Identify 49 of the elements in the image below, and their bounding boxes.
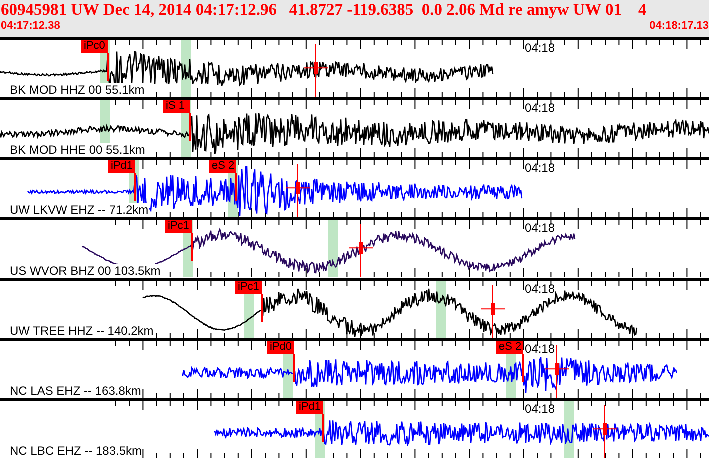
pick-line[interactable] xyxy=(134,173,136,202)
pick-window-marker xyxy=(436,280,446,338)
pick-flag[interactable]: iS 1 xyxy=(163,100,190,114)
trace-panel[interactable]: iS 1 04:18 BK MOD HHE 00 55.1km xyxy=(0,97,709,158)
station-label: US WVOR BHZ 00 103.5km xyxy=(10,264,161,278)
amplitude-marker[interactable] xyxy=(304,44,328,98)
pick-line[interactable] xyxy=(235,173,237,202)
pick-line[interactable] xyxy=(522,354,524,382)
time-label: 04:18 xyxy=(525,221,556,236)
pick-flag[interactable]: iPc1 xyxy=(235,280,262,294)
station-label: UW LKVW EHZ -- 71.2km xyxy=(10,203,149,218)
pick-flag[interactable]: iPd1 xyxy=(108,160,135,174)
pick-flag[interactable]: iPd0 xyxy=(267,340,294,354)
station-label: NC LAS EHZ -- 163.8km xyxy=(10,384,142,398)
trace-panel[interactable]: iPc1 04:18 US WVOR BHZ 00 103.5km xyxy=(0,217,709,278)
trace-panel[interactable]: iPd1 eS 2 04:18 UW LKVW EHZ -- 71.2km xyxy=(0,157,709,218)
pick-window-marker xyxy=(328,220,338,278)
event-title: 60945981 UW Dec 14, 2014 04:17:12.96 41.8727 -119.6385 0.0 2.06 Md re amyw UW 01 4 xyxy=(1,0,648,20)
pick-flag[interactable]: iPc0 xyxy=(81,40,108,53)
pick-flag[interactable]: eS 2 xyxy=(209,160,236,174)
station-label: BK MOD HHZ 00 55.1km xyxy=(10,83,145,98)
time-label: 04:18 xyxy=(525,101,556,116)
station-label: BK MOD HHE 00 55.1km xyxy=(10,143,146,158)
time-label: 04:18 xyxy=(525,342,556,356)
pick-line[interactable] xyxy=(107,53,109,82)
pick-line[interactable] xyxy=(293,354,295,382)
trace-panel[interactable]: iPc1 04:18 UW TREE HHZ -- 140.2km xyxy=(0,278,709,338)
trace-panel[interactable]: iPd1 04:18 NC LBC EHZ -- 183.5km xyxy=(0,398,709,458)
time-label: 04:18 xyxy=(525,402,556,416)
amplitude-marker[interactable] xyxy=(286,164,310,218)
time-label: 04:18 xyxy=(525,161,556,176)
pick-flag[interactable]: iPc1 xyxy=(165,220,192,234)
pick-line[interactable] xyxy=(189,113,191,142)
amplitude-marker[interactable] xyxy=(480,284,506,338)
start-time: 04:17:12.38 xyxy=(1,20,60,33)
trace-panel[interactable]: iPd0 eS 2 04:18 NC LAS EHZ -- 163.8km xyxy=(0,338,709,398)
station-label: NC LBC EHZ -- 183.5km xyxy=(10,444,142,458)
time-label: 04:18 xyxy=(525,282,556,296)
time-label: 04:18 xyxy=(525,41,556,55)
end-time: 04:18:17.13 xyxy=(650,20,709,33)
pick-line[interactable] xyxy=(261,294,263,322)
pick-line[interactable] xyxy=(322,414,324,442)
amplitude-marker[interactable] xyxy=(348,224,374,278)
trace-panel[interactable]: iPc0 04:18 BK MOD HHZ 00 55.1km xyxy=(0,37,709,98)
amplitude-marker[interactable] xyxy=(592,404,618,458)
pick-flag[interactable]: iPd1 xyxy=(296,400,323,414)
pick-flag[interactable]: eS 2 xyxy=(496,340,523,354)
pick-line[interactable] xyxy=(191,233,193,262)
station-label: UW TREE HHZ -- 140.2km xyxy=(10,324,154,338)
